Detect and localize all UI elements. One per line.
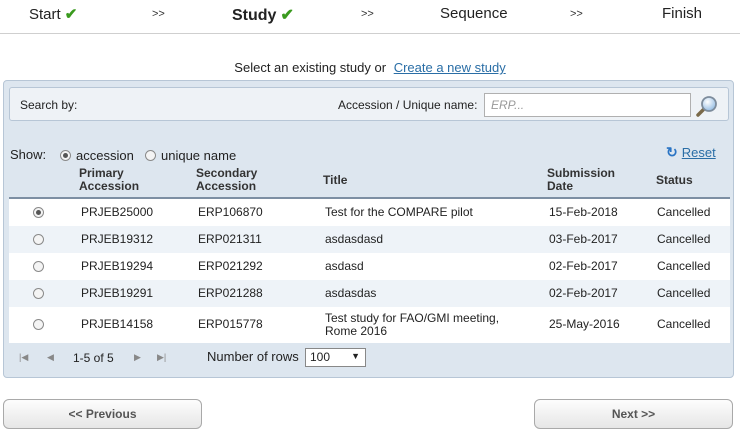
primary-accession: PRJEB25000 <box>81 205 154 219</box>
primary-accession-header[interactable]: Primary Accession <box>79 167 139 193</box>
step-finish: Finish <box>662 5 702 22</box>
table-header: Primary Accession Secondary Accession Ti… <box>9 165 730 199</box>
previous-page-icon[interactable]: ◀ <box>47 352 54 363</box>
magnifier-icon[interactable] <box>695 94 719 118</box>
step-study-label: Study <box>232 7 277 24</box>
step-sequence-label: Sequence <box>440 5 508 22</box>
previous-button[interactable]: << Previous <box>3 399 202 429</box>
check-icon: ✔ <box>280 7 294 24</box>
step-start-label: Start <box>29 6 61 23</box>
chevron-down-icon: ▼ <box>351 351 360 361</box>
accession-field-label: Accession / Unique name: <box>338 98 478 112</box>
select-existing-text: Select an existing study <box>234 60 371 75</box>
table-row[interactable]: PRJEB19312 ERP021311 asdasdasd 03-Feb-20… <box>9 226 730 253</box>
study-title: Test study for FAO/GMI meeting, Rome 201… <box>325 312 499 338</box>
status: Cancelled <box>657 232 711 246</box>
row-select-radio[interactable] <box>33 207 44 218</box>
status-header[interactable]: Status <box>656 174 693 187</box>
refresh-icon: ↻ <box>666 144 678 160</box>
next-page-icon[interactable]: ▶ <box>134 352 141 363</box>
rows-per-page-value: 100 <box>310 350 331 364</box>
show-unique-name-option[interactable]: unique name <box>145 148 236 163</box>
step-study: Study ✔ <box>232 5 294 25</box>
row-select-radio[interactable] <box>33 234 44 245</box>
show-label: Show: <box>10 147 47 162</box>
secondary-accession: ERP021292 <box>198 259 263 273</box>
secondary-accession: ERP015778 <box>198 317 263 331</box>
reset-label: Reset <box>681 145 716 160</box>
header-line: Date <box>547 179 574 193</box>
check-icon: ✔ <box>64 6 78 23</box>
secondary-accession: ERP021288 <box>198 286 263 300</box>
reset-button[interactable]: ↻ Reset <box>666 144 716 161</box>
search-by-label: Search by: <box>20 98 78 112</box>
wizard-steps: Start ✔ >> Study ✔ >> Sequence >> Finish <box>0 0 740 34</box>
status: Cancelled <box>657 317 711 331</box>
secondary-accession: ERP021311 <box>198 232 262 246</box>
study-select-prompt: Select an existing study or Create a new… <box>0 60 740 75</box>
first-page-icon[interactable]: |◀ <box>19 352 28 363</box>
step-finish-label: Finish <box>662 5 703 22</box>
table-row[interactable]: PRJEB19291 ERP021288 asdasdas 02-Feb-201… <box>9 280 730 307</box>
or-text: or <box>374 60 387 75</box>
header-line: Accession <box>196 179 257 193</box>
study-title: asdasdas <box>325 286 377 300</box>
pagination-bar: |◀ ◀ 1-5 of 5 ▶ ▶| Number of rows 100 ▼ <box>9 344 730 372</box>
step-sequence: Sequence <box>440 5 508 22</box>
rows-per-page-label: Number of rows <box>207 349 299 364</box>
secondary-accession: ERP106870 <box>198 205 263 219</box>
last-page-icon[interactable]: ▶| <box>157 352 166 363</box>
primary-accession: PRJEB19312 <box>81 232 154 246</box>
study-title: Test for the COMPARE pilot <box>325 205 473 219</box>
table-row[interactable]: PRJEB14158 ERP015778 Test study for FAO/… <box>9 307 730 343</box>
step-start: Start ✔ <box>29 5 77 23</box>
study-title: asdasdasd <box>325 232 384 246</box>
status: Cancelled <box>657 205 711 219</box>
next-button[interactable]: Next >> <box>534 399 733 429</box>
submission-date-header[interactable]: Submission Date <box>547 167 615 193</box>
status: Cancelled <box>657 259 711 273</box>
studies-table: Primary Accession Secondary Accession Ti… <box>9 165 730 343</box>
submission-date: 03-Feb-2017 <box>549 232 618 246</box>
rows-per-page-select[interactable]: 100 ▼ <box>305 348 366 367</box>
accession-radio[interactable] <box>60 150 71 161</box>
header-line: Accession <box>79 179 140 193</box>
title-line: Rome 2016 <box>325 324 388 338</box>
table-row[interactable]: PRJEB25000 ERP106870 Test for the COMPAR… <box>9 199 730 226</box>
table-row[interactable]: PRJEB19294 ERP021292 asdasd 02-Feb-2017 … <box>9 253 730 280</box>
study-title: asdasd <box>325 259 364 273</box>
search-bar: Search by: Accession / Unique name: <box>9 87 729 121</box>
primary-accession: PRJEB19291 <box>81 286 154 300</box>
secondary-accession-header[interactable]: Secondary Accession <box>196 167 257 193</box>
step-separator: >> <box>152 8 165 20</box>
create-new-study-link[interactable]: Create a new study <box>394 60 506 75</box>
unique-name-radio[interactable] <box>145 150 156 161</box>
submission-date: 02-Feb-2017 <box>549 259 618 273</box>
row-select-radio[interactable] <box>33 288 44 299</box>
accession-search-input[interactable] <box>484 93 691 117</box>
page-range: 1-5 of 5 <box>73 351 114 365</box>
step-separator: >> <box>361 8 374 20</box>
title-header[interactable]: Title <box>323 174 347 187</box>
submission-date: 15-Feb-2018 <box>549 205 618 219</box>
primary-accession: PRJEB19294 <box>81 259 154 273</box>
step-separator: >> <box>570 8 583 20</box>
submission-date: 02-Feb-2017 <box>549 286 618 300</box>
accession-option-label: accession <box>76 148 134 163</box>
unique-name-option-label: unique name <box>161 148 237 163</box>
row-select-radio[interactable] <box>33 261 44 272</box>
show-accession-option[interactable]: accession <box>60 148 134 163</box>
submission-date: 25-May-2016 <box>549 317 620 331</box>
study-search-panel: Search by: Accession / Unique name: Show… <box>3 80 734 378</box>
primary-accession: PRJEB14158 <box>81 317 154 331</box>
status: Cancelled <box>657 286 711 300</box>
row-select-radio[interactable] <box>33 319 44 330</box>
